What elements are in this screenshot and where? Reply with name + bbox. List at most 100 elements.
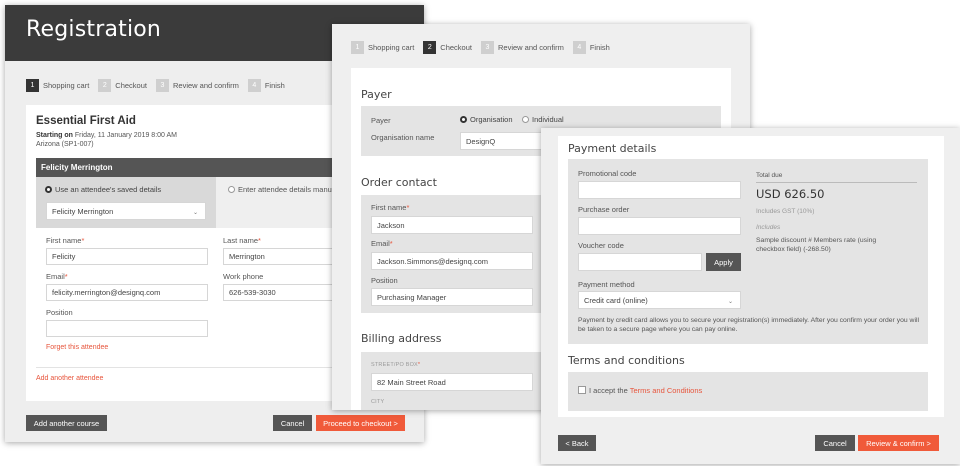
payer-label: Payer xyxy=(371,116,391,125)
back-button[interactable]: < Back xyxy=(558,435,596,451)
payment-section-title: Payment details xyxy=(568,142,657,155)
street-label: STREET/PO BOX* xyxy=(371,362,421,368)
checkbox-icon[interactable] xyxy=(578,386,586,394)
work-phone-label: Work phone xyxy=(223,272,264,281)
last-name-label: Last name* xyxy=(223,236,261,245)
position-input[interactable] xyxy=(46,320,208,337)
total-due-label: Total due xyxy=(756,172,783,179)
order-contact-section-title: Order contact xyxy=(361,176,437,189)
step-number: 1 xyxy=(351,41,364,54)
attendee-name-bar: Felicity Merrington xyxy=(36,158,339,177)
add-course-button[interactable]: Add another course xyxy=(26,415,107,431)
add-attendee-link[interactable]: Add another attendee xyxy=(36,375,103,382)
terms-prefix: I accept the xyxy=(589,386,628,395)
voucher-code-input[interactable] xyxy=(578,253,702,271)
step-number: 4 xyxy=(247,79,261,92)
radio-unselected-icon[interactable] xyxy=(522,116,529,123)
radio-unselected-icon[interactable] xyxy=(228,186,235,193)
step-number: 3 xyxy=(480,41,494,54)
payment-panel: Payment details Promotional code Purchas… xyxy=(541,128,960,464)
step-label-finish[interactable]: Finish xyxy=(265,81,285,90)
course-location: Arizona (SP1-007) xyxy=(36,141,94,148)
first-name-label: First name* xyxy=(46,236,85,245)
promo-code-input[interactable] xyxy=(578,181,741,199)
total-divider xyxy=(756,182,917,183)
saved-details-option[interactable]: Use an attendee's saved details xyxy=(45,185,161,194)
position-label: Position xyxy=(46,308,73,317)
payment-method-label: Payment method xyxy=(578,280,635,289)
step-label-checkout[interactable]: Checkout xyxy=(115,81,147,90)
terms-link[interactable]: Terms and Conditions xyxy=(630,386,703,395)
step-number: 1 xyxy=(26,79,39,92)
step-indicator: 1 Shopping cart 2 Checkout 3 Review and … xyxy=(351,41,619,54)
contact-first-name-input[interactable]: Jackson xyxy=(371,216,533,234)
payer-option-organisation-label: Organisation xyxy=(470,115,513,124)
total-due-value: USD 626.50 xyxy=(756,187,825,201)
gst-note: Includes GST (10%) xyxy=(756,208,815,215)
step-number: 3 xyxy=(155,79,169,92)
course-meta: Starting on Friday, 11 January 2019 8:00… xyxy=(36,131,177,149)
purchase-order-input[interactable] xyxy=(578,217,741,235)
enter-details-option-label: Enter attendee details manu xyxy=(238,185,332,194)
saved-details-option-label: Use an attendee's saved details xyxy=(55,185,162,194)
discount-note: Sample discount # Members rate (using ch… xyxy=(756,237,877,253)
saved-details-box: Use an attendee's saved details Felicity… xyxy=(36,177,216,228)
cancel-button[interactable]: Cancel xyxy=(815,435,855,451)
starting-label: Starting on xyxy=(36,132,73,139)
chevron-down-icon: ⌄ xyxy=(727,299,733,305)
promo-code-label: Promotional code xyxy=(578,169,637,178)
contact-position-label: Position xyxy=(371,276,398,285)
email-input[interactable]: felicity.merrington@designq.com xyxy=(46,284,208,301)
enter-details-option[interactable]: Enter attendee details manu xyxy=(228,185,332,194)
starting-value: Friday, 11 January 2019 8:00 AM xyxy=(74,132,177,139)
course-title: Essential First Aid xyxy=(36,115,136,127)
payer-option-organisation[interactable]: Organisation xyxy=(460,115,513,124)
cancel-button[interactable]: Cancel xyxy=(273,415,312,431)
step-label-finish[interactable]: Finish xyxy=(590,43,610,52)
payment-method-select[interactable]: Credit card (online) ⌄ xyxy=(578,291,741,309)
first-name-input[interactable]: Felicity xyxy=(46,248,208,265)
payer-option-individual[interactable]: Individual xyxy=(522,115,564,124)
chevron-down-icon: ⌄ xyxy=(192,210,198,216)
contact-email-input[interactable]: Jackson.Simmons@designq.com xyxy=(371,252,533,270)
enter-details-box: Enter attendee details manu xyxy=(216,177,339,228)
step-label-shopping-cart[interactable]: Shopping cart xyxy=(368,43,414,52)
divider xyxy=(36,367,339,368)
radio-selected-icon[interactable] xyxy=(460,116,467,123)
street-input[interactable]: 82 Main Street Road xyxy=(371,373,533,391)
review-confirm-button[interactable]: Review & confirm > xyxy=(858,435,939,451)
saved-attendee-select[interactable]: Felicity Merrington ⌄ xyxy=(46,202,206,220)
radio-selected-icon[interactable] xyxy=(45,186,52,193)
apply-button[interactable]: Apply xyxy=(706,253,741,271)
step-number: 2 xyxy=(423,41,437,54)
payer-option-individual-label: Individual xyxy=(532,115,564,124)
voucher-code-label: Voucher code xyxy=(578,241,624,250)
terms-section-title: Terms and conditions xyxy=(568,354,685,367)
payment-method-value: Credit card (online) xyxy=(584,295,648,305)
step-label-shopping-cart[interactable]: Shopping cart xyxy=(43,81,89,90)
includes-label: Includes xyxy=(756,224,781,231)
step-indicator: 1 Shopping cart 2 Checkout 3 Review and … xyxy=(26,79,294,92)
payer-section-title: Payer xyxy=(361,88,392,101)
work-phone-input[interactable]: 626-539-3030 xyxy=(223,284,333,301)
step-number: 4 xyxy=(572,41,586,54)
step-label-review[interactable]: Review and confirm xyxy=(173,81,239,90)
contact-position-input[interactable]: Purchasing Manager xyxy=(371,288,533,306)
payment-method-note: Payment by credit card allows you to sec… xyxy=(578,317,919,333)
accept-terms-checkbox[interactable]: I accept the Terms and Conditions xyxy=(578,386,702,395)
email-label: Email* xyxy=(46,272,68,281)
forget-attendee-link[interactable]: Forget this attendee xyxy=(46,344,108,351)
proceed-to-checkout-button[interactable]: Proceed to checkout > xyxy=(316,415,405,431)
page-title: Registration xyxy=(26,17,162,42)
purchase-order-label: Purchase order xyxy=(578,205,630,214)
step-label-checkout[interactable]: Checkout xyxy=(440,43,472,52)
saved-attendee-select-value: Felicity Merrington xyxy=(52,206,114,216)
step-number: 2 xyxy=(98,79,112,92)
billing-section-title: Billing address xyxy=(361,332,442,345)
contact-first-name-label: First name* xyxy=(371,203,410,212)
contact-email-label: Email* xyxy=(371,239,393,248)
last-name-input[interactable]: Merrington xyxy=(223,248,333,265)
step-label-review[interactable]: Review and confirm xyxy=(498,43,564,52)
org-name-label: Organisation name xyxy=(371,133,435,142)
city-label: CITY xyxy=(371,399,385,405)
